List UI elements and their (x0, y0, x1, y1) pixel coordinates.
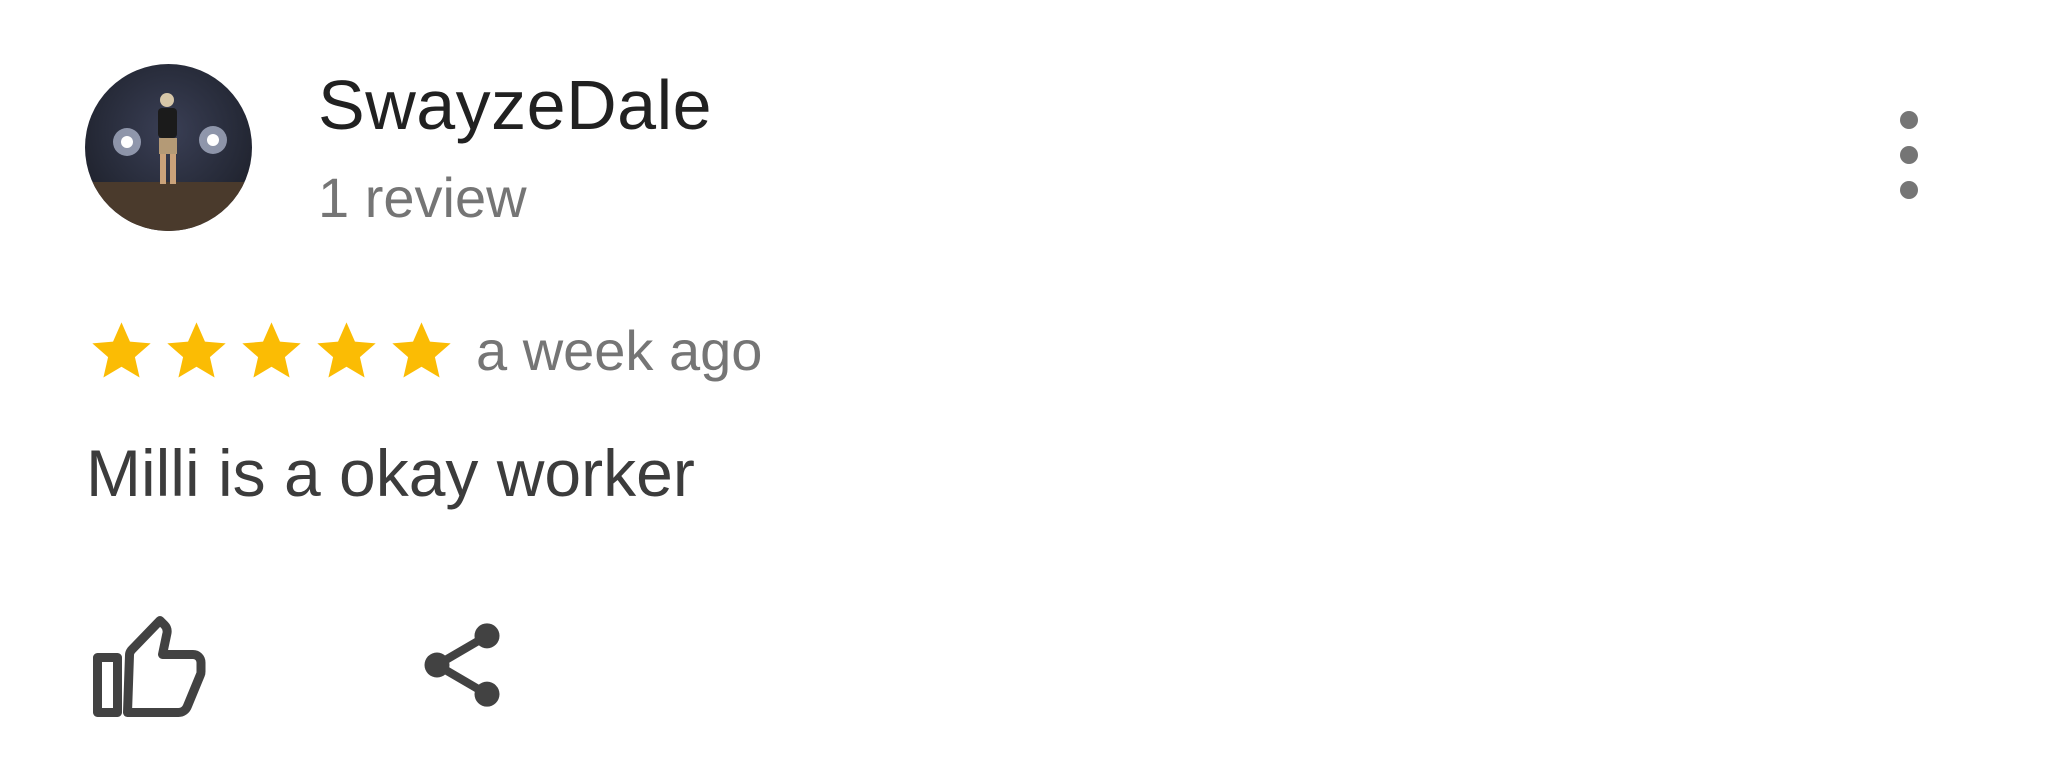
review-timestamp: a week ago (476, 319, 763, 382)
star-icon (92, 322, 151, 378)
more-vert-icon (1900, 111, 1918, 129)
review-count: 1 review (318, 166, 527, 229)
star-rating (84, 316, 459, 386)
star-icon (392, 322, 451, 378)
review-card: SwayzeDale 1 review a week ago Milli is … (0, 0, 2048, 765)
star-icon (317, 322, 376, 378)
avatar-photo-icon (85, 93, 252, 231)
more-vert-icon (1900, 181, 1918, 199)
author-name[interactable]: SwayzeDale (318, 70, 712, 140)
star-icon (242, 322, 301, 378)
like-button[interactable] (90, 605, 210, 725)
review-text: Milli is a okay worker (86, 436, 695, 510)
share-icon (424, 623, 500, 707)
more-options-button[interactable] (1880, 105, 1940, 205)
more-vert-icon (1900, 146, 1918, 164)
thumb-up-icon (93, 616, 206, 717)
star-icon (167, 322, 226, 378)
avatar[interactable] (85, 64, 252, 231)
share-button[interactable] (412, 615, 512, 715)
